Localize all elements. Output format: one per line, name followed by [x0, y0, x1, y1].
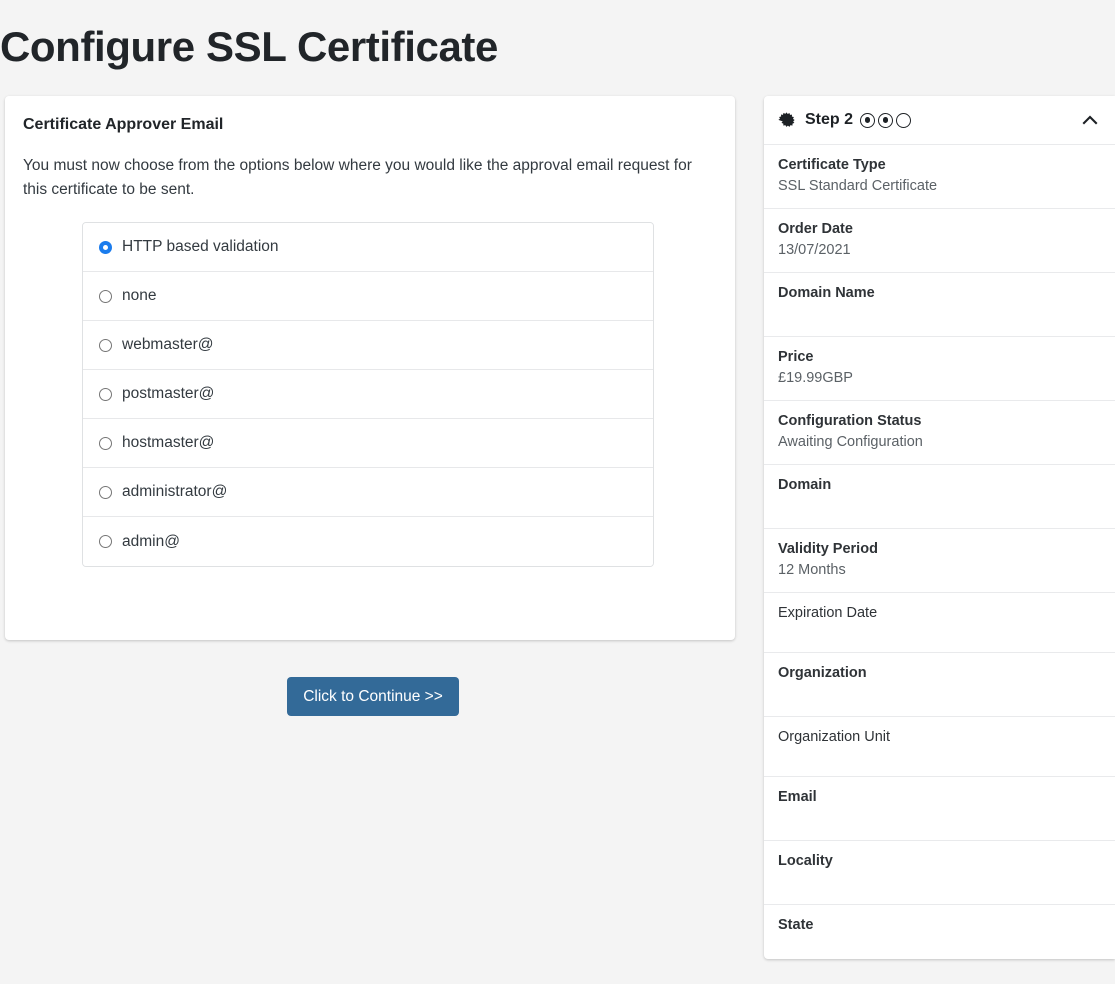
step-dot-filled	[860, 113, 875, 128]
list-item-label: HTTP based validation	[122, 239, 279, 255]
click-to-continue-button[interactable]: Click to Continue >>	[287, 677, 459, 716]
radio-button[interactable]	[99, 339, 112, 352]
detail-value	[778, 684, 1101, 705]
card-heading: Certificate Approver Email	[23, 116, 223, 134]
approver-email-option-list: HTTP based validation none webmaster@ postm…	[82, 222, 654, 567]
detail-value	[778, 936, 1101, 957]
certificate-approver-card: Certificate Approver Email You must now …	[5, 96, 735, 640]
radio-button[interactable]	[99, 535, 112, 548]
radio-button[interactable]	[99, 290, 112, 303]
detail-label: Price	[778, 347, 1101, 368]
detail-label: Domain Name	[778, 283, 1101, 304]
detail-label: Expiration Date	[778, 603, 1101, 624]
list-item-label: hostmaster@	[122, 435, 214, 451]
list-item[interactable]: hostmaster@	[83, 419, 653, 468]
detail-label: Configuration Status	[778, 411, 1101, 432]
radio-button[interactable]	[99, 241, 112, 254]
list-item[interactable]: HTTP based validation	[83, 223, 653, 272]
list-item[interactable]: administrator@	[83, 468, 653, 517]
detail-row: Organization	[764, 652, 1115, 716]
chevron-up-icon	[1079, 109, 1101, 131]
step-dot-empty	[896, 113, 911, 128]
detail-row: Domain Name	[764, 272, 1115, 336]
detail-label: Order Date	[778, 219, 1101, 240]
radio-button[interactable]	[99, 388, 112, 401]
list-item-label: administrator@	[122, 484, 227, 500]
detail-label: Organization	[778, 663, 1101, 684]
detail-label: Locality	[778, 851, 1101, 872]
detail-row: Order Date13/07/2021	[764, 208, 1115, 272]
detail-value: £19.99GBP	[778, 368, 1101, 389]
detail-row: Validity Period12 Months	[764, 528, 1115, 592]
detail-value	[778, 304, 1101, 325]
page-title: Configure SSL Certificate	[0, 24, 498, 70]
list-item[interactable]: admin@	[83, 517, 653, 566]
detail-value	[778, 624, 1101, 645]
detail-row: Price£19.99GBP	[764, 336, 1115, 400]
detail-value: SSL Standard Certificate	[778, 176, 1101, 197]
detail-value: 13/07/2021	[778, 240, 1101, 261]
detail-label: Email	[778, 787, 1101, 808]
list-item-label: webmaster@	[122, 337, 214, 353]
detail-row: Organization Unit	[764, 716, 1115, 776]
step-progress-dots	[860, 113, 911, 128]
list-item-label: postmaster@	[122, 386, 214, 402]
detail-row: Locality	[764, 840, 1115, 904]
detail-label: Validity Period	[778, 539, 1101, 560]
detail-value: Awaiting Configuration	[778, 432, 1101, 453]
detail-label: State	[778, 915, 1101, 936]
detail-label: Certificate Type	[778, 155, 1101, 176]
list-item[interactable]: postmaster@	[83, 370, 653, 419]
detail-value	[778, 872, 1101, 893]
page-root: Configure SSL Certificate Certificate Ap…	[0, 0, 1115, 984]
detail-value: 12 Months	[778, 560, 1101, 581]
sidebar-collapse-toggle[interactable]	[1079, 109, 1101, 131]
detail-value	[778, 748, 1101, 769]
list-item[interactable]: webmaster@	[83, 321, 653, 370]
card-description: You must now choose from the options bel…	[23, 154, 713, 202]
radio-button[interactable]	[99, 486, 112, 499]
detail-row: Domain	[764, 464, 1115, 528]
detail-label: Organization Unit	[778, 727, 1101, 748]
list-item-label: admin@	[122, 534, 180, 550]
radio-button[interactable]	[99, 437, 112, 450]
list-item[interactable]: none	[83, 272, 653, 321]
detail-row: Email	[764, 776, 1115, 840]
detail-row: Configuration StatusAwaiting Configurati…	[764, 400, 1115, 464]
order-summary-sidebar: Step 2 Certificate TypeSSL Standard Cert…	[764, 96, 1115, 959]
step-label: Step 2	[805, 111, 853, 129]
detail-row: Certificate TypeSSL Standard Certificate	[764, 144, 1115, 208]
detail-row: State	[764, 904, 1115, 959]
certificate-detail-list: Certificate TypeSSL Standard Certificate…	[764, 144, 1115, 959]
list-item-label: none	[122, 288, 156, 304]
detail-label: Domain	[778, 475, 1101, 496]
detail-value	[778, 808, 1101, 829]
detail-row: Expiration Date	[764, 592, 1115, 652]
step-dot-filled	[878, 113, 893, 128]
detail-value	[778, 496, 1101, 517]
sidebar-header: Step 2	[764, 96, 1115, 144]
gear-icon	[778, 112, 795, 129]
